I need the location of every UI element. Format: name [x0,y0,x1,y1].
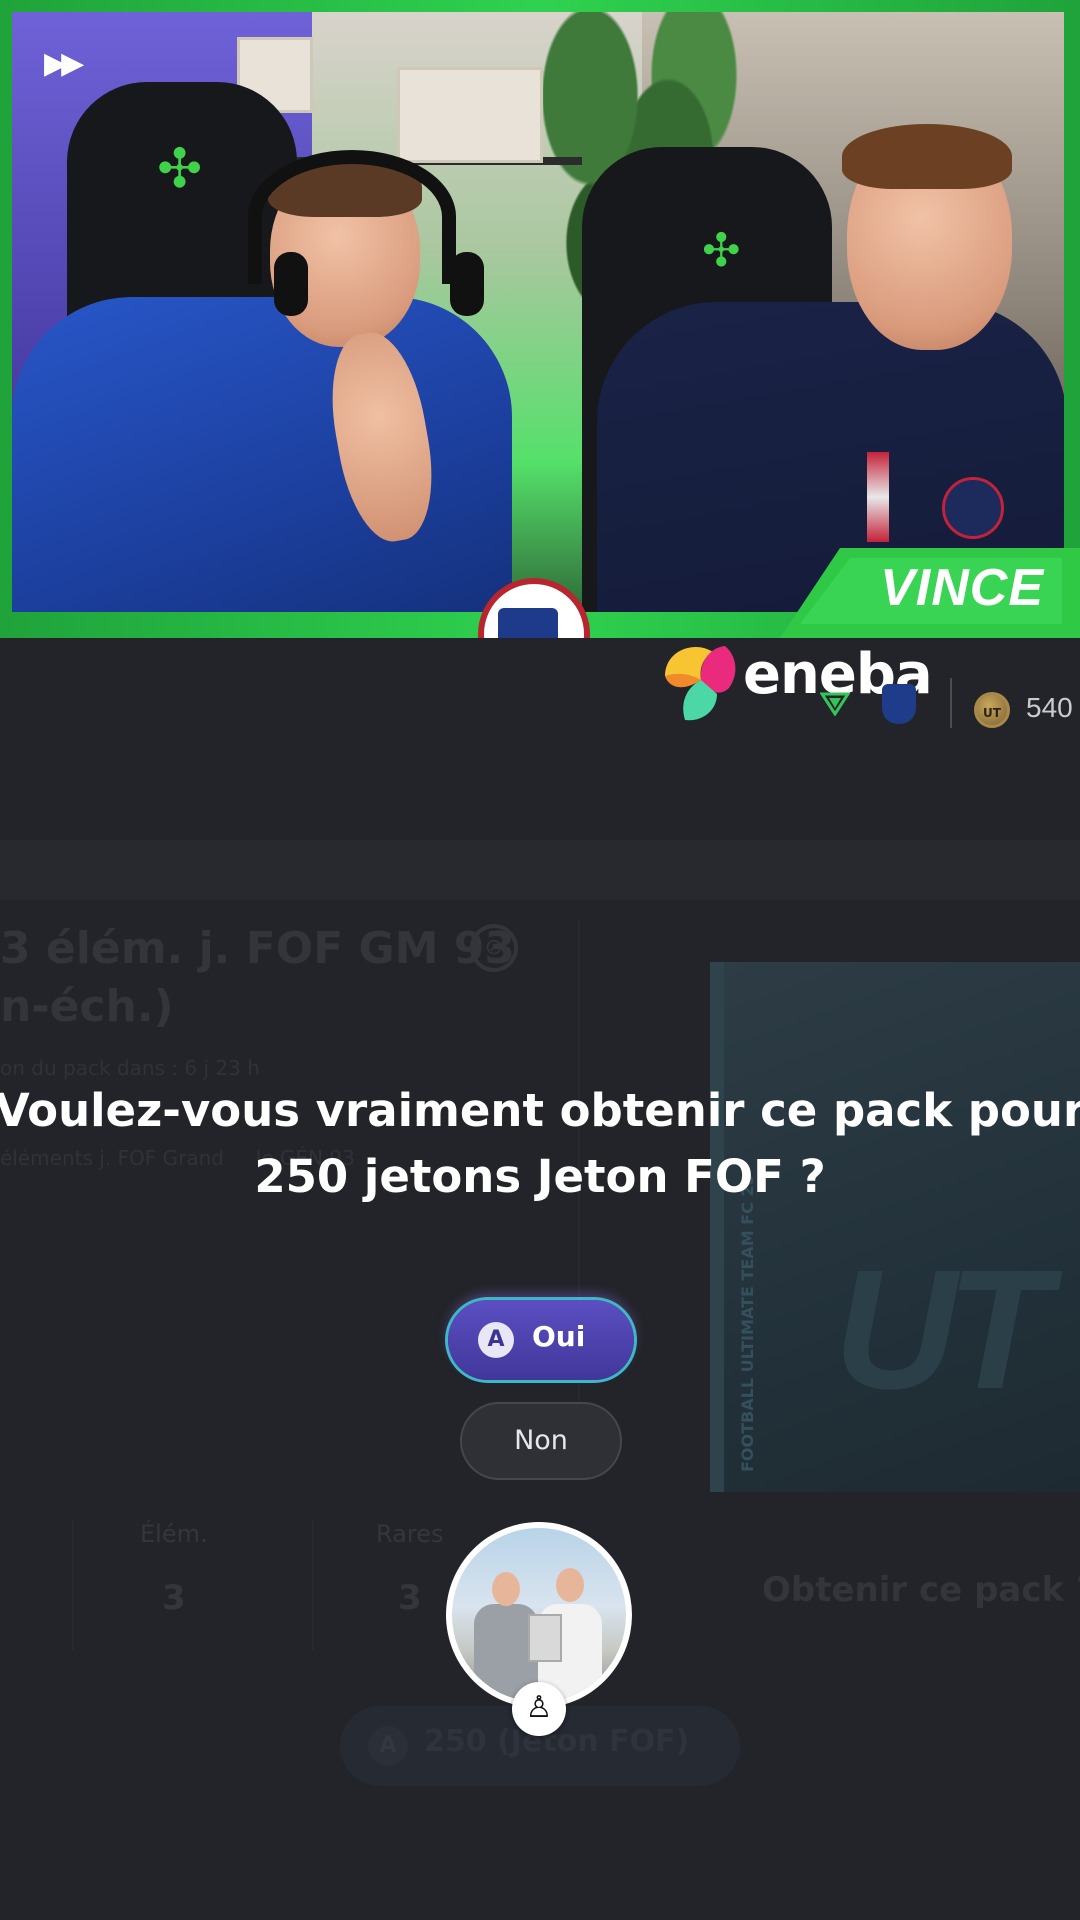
confirm-question: Voulez-vous vraiment obtenir ce pack pou… [0,1084,1080,1203]
webcam-overlay: ✣ ✣ ▶▶ VINCE [0,0,1080,638]
coin-balance: 540 [1026,692,1073,723]
a-button-icon: A [368,1726,408,1766]
fut-top-bar: UT 540 [820,678,1080,744]
ut-logo: UT [834,1235,1051,1425]
stat-value-items: 3 [162,1578,186,1618]
stat-label-items: Élém. [140,1520,208,1548]
triangle-icon [820,692,850,716]
confirm-yes-button[interactable]: A Oui [448,1300,634,1380]
streamer-name: VINCE [880,559,1044,617]
untradeable-icon: ⊘ [470,924,518,972]
fast-forward-icon: ▶▶ [44,46,84,81]
store-tab-strip [0,840,1080,900]
play-button-award [528,1614,562,1662]
streamer-avatar [446,1522,632,1708]
webcam-feed: ✣ ✣ ▶▶ [12,12,1064,612]
avatar-photo [452,1528,626,1702]
confirm-no-button[interactable]: Non [460,1402,622,1480]
pack-card: FOOTBALL ULTIMATE TEAM FC 25 UT [710,962,1080,1492]
fff-crest-icon [882,684,916,724]
psg-crest-icon [942,477,1004,539]
ut-coin-icon: UT [974,692,1010,728]
pack-timer: on du pack dans : 6 j 23 h [0,1056,260,1080]
eneba-logo-icon [665,646,736,721]
stat-value-rares: 3 [398,1578,422,1618]
razer-logo-icon: ✣ [702,223,741,277]
confirm-yes-label: Oui [532,1320,586,1353]
stat-label-rares: Rares [376,1520,444,1548]
razer-logo-icon: ✣ [157,137,203,200]
photo-frame [397,67,543,163]
a-button-icon: A [478,1322,514,1358]
obtain-pack-title: Obtenir ce pack ? [762,1570,1080,1610]
profile-icon: ♙ [512,1682,566,1736]
